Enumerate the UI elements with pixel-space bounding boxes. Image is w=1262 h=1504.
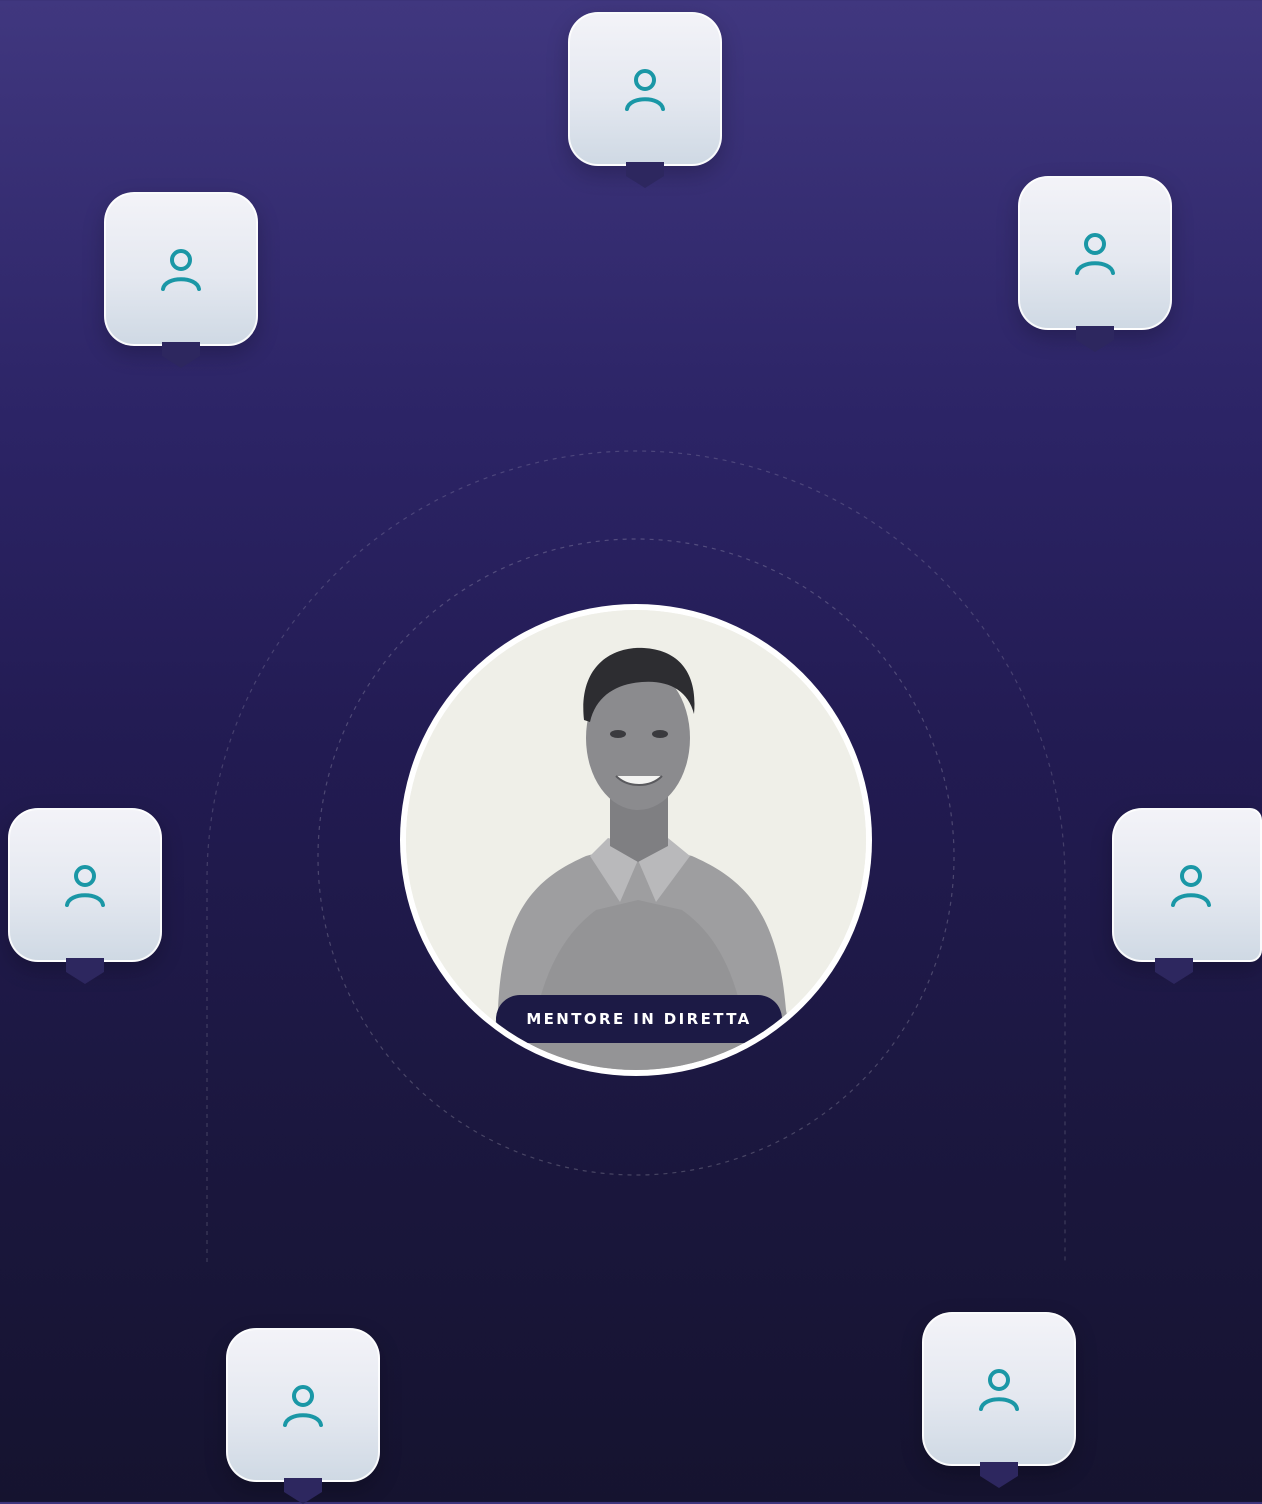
user-icon — [161, 249, 201, 291]
participant-card[interactable] — [104, 192, 258, 368]
pin-pointer-icon — [980, 1462, 1018, 1488]
live-mentor-badge: MENTORE IN DIRETTA — [496, 995, 782, 1043]
pin-pointer-icon — [1155, 958, 1193, 984]
participant-card[interactable] — [1112, 808, 1262, 984]
participant-card[interactable] — [568, 12, 722, 188]
pin-pointer-icon — [284, 1478, 322, 1504]
pin-pointer-icon — [162, 342, 200, 368]
pin-pointer-icon — [66, 958, 104, 984]
pin-pointer-icon — [626, 162, 664, 188]
mentor-portrait: MENTORE IN DIRETTA — [400, 604, 872, 1076]
participant-card[interactable] — [8, 808, 162, 984]
user-icon — [979, 1369, 1019, 1411]
user-icon — [1075, 233, 1115, 275]
user-icon — [1171, 865, 1211, 907]
participant-card[interactable] — [226, 1328, 380, 1504]
user-icon — [65, 865, 105, 907]
user-icon — [625, 69, 665, 111]
participant-card[interactable] — [1018, 176, 1172, 352]
mentor-photo: MENTORE IN DIRETTA — [406, 610, 866, 1070]
user-icon — [283, 1385, 323, 1427]
pin-pointer-icon — [1076, 326, 1114, 352]
participant-card[interactable] — [922, 1312, 1076, 1488]
